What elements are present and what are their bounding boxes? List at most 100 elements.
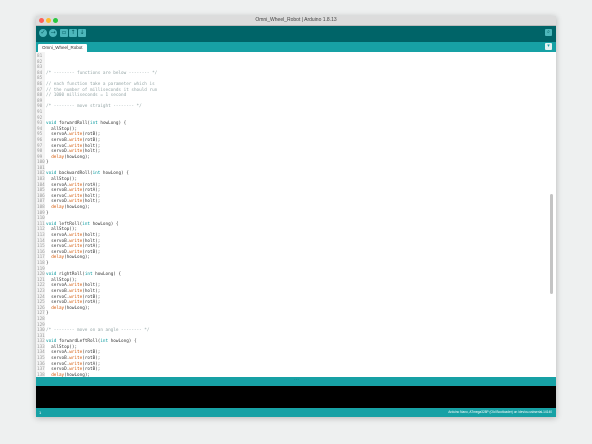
upload-button[interactable]: → (49, 29, 57, 37)
editor-console-divider[interactable]: ⋯ (36, 377, 556, 386)
code-token: servoC. (46, 294, 70, 300)
function-token: write (69, 143, 83, 149)
function-token: write (69, 238, 83, 244)
keyword-token: int (100, 339, 109, 345)
function-token: write (69, 361, 83, 367)
save-button[interactable]: ↓ (78, 29, 86, 37)
line-text: delay(howLong); (45, 306, 90, 312)
code-token: (rotB); (82, 137, 101, 143)
code-token: servoA. (46, 283, 70, 289)
new-button[interactable]: ▫ (60, 29, 68, 37)
function-token: delay (51, 205, 65, 211)
code-token: servoB. (46, 188, 70, 194)
function-token: write (69, 288, 83, 294)
output-console (36, 386, 556, 408)
line-text: // 1000 milliseconds = 1 second (45, 93, 126, 99)
function-token: write (69, 149, 83, 155)
line-text: delay(howLong); (45, 155, 90, 161)
code-token: servoA. (46, 132, 70, 138)
board-port-info: Arduino Nano, ATmega328P (Old Bootloader… (448, 410, 552, 414)
function-token: write (69, 137, 83, 143)
code-token: servoC. (46, 143, 70, 149)
keyword-token: void (46, 272, 57, 278)
vertical-scrollbar[interactable] (550, 194, 553, 294)
open-arrow-up-icon: ↑ (70, 29, 76, 36)
tab-omni-wheel-robot[interactable]: Omni_Wheel_Robot (38, 44, 87, 52)
keyword-token: int (82, 221, 90, 227)
window-title: Omni_Wheel_Robot | Arduino 1.8.13 (255, 17, 337, 23)
code-token: (howLong); (64, 154, 90, 160)
line-number-indicator: 1 (39, 410, 42, 415)
function-token: write (69, 199, 83, 205)
code-token: (rotA); (82, 300, 101, 306)
code-token: (howLong); (64, 205, 90, 211)
code-token: (rotB); (82, 367, 101, 373)
line-text: /* -------- move straight -------- */ (45, 104, 142, 110)
code-token: } (46, 160, 49, 166)
new-file-icon: ▫ (61, 29, 67, 36)
code-token: (rotB); (82, 350, 101, 356)
keyword-token: void (46, 339, 57, 345)
function-token: delay (51, 305, 65, 311)
arrow-right-icon: → (50, 29, 56, 36)
tab-bar: Omni_Wheel_Robot ▾ (36, 42, 556, 52)
code-token: (holt); (82, 288, 101, 294)
function-token: write (69, 300, 83, 306)
code-token: backwardRoll( (56, 171, 93, 177)
function-token: write (69, 294, 83, 300)
function-token: write (69, 244, 83, 250)
line-text: /* -------- functions are below --------… (45, 71, 157, 77)
function-token: write (69, 356, 83, 362)
code-token: (holt); (82, 233, 101, 238)
code-token: servoD. (46, 367, 70, 373)
code-token: servoC. (46, 244, 70, 250)
code-token: howLong) { (92, 272, 122, 278)
code-lines: 81 82 83 84/* -------- functions are below … (37, 54, 548, 377)
function-token: write (69, 132, 83, 138)
code-token: servoD. (46, 149, 70, 155)
code-token: allStop(); (46, 177, 78, 183)
code-token: servoB. (46, 356, 70, 362)
function-token: delay (51, 255, 65, 261)
code-token: howLong) { (97, 121, 127, 127)
tab-menu-button[interactable]: ▾ (545, 43, 552, 50)
save-arrow-down-icon: ↓ (79, 29, 85, 36)
comment-token: // 1000 milliseconds = 1 second (46, 93, 127, 99)
comment-token: /* -------- move on an angle -------- */ (46, 328, 150, 334)
function-token: delay (51, 154, 65, 160)
line-text: delay(howLong); (45, 205, 90, 211)
code-token: howLong) { (108, 339, 137, 345)
function-token: write (69, 350, 83, 356)
code-editor[interactable]: 81 82 83 84/* -------- functions are below … (36, 52, 556, 377)
code-token: (rotB); (82, 132, 101, 138)
magnifier-icon: ⌕ (547, 29, 550, 35)
code-token: (holt); (82, 238, 101, 244)
title-bar: Omni_Wheel_Robot | Arduino 1.8.13 (36, 16, 556, 26)
function-token: write (69, 283, 83, 289)
keyword-token: int (90, 121, 98, 127)
open-button[interactable]: ↑ (69, 29, 77, 37)
keyword-token: int (84, 272, 93, 278)
drag-handle-icon[interactable]: ⋯ (294, 378, 299, 383)
code-token: allStop(); (46, 126, 78, 132)
code-token: allStop(); (46, 227, 78, 233)
code-token: forwardRoll( (56, 121, 90, 127)
code-token: servoA. (46, 350, 70, 356)
code-token: allStop(); (46, 277, 78, 283)
function-token: write (69, 182, 83, 188)
keyword-token: void (46, 171, 57, 177)
arduino-ide-window: Omni_Wheel_Robot | Arduino 1.8.13 ✓ → ▫ … (36, 16, 556, 417)
code-token: (rotB); (82, 356, 101, 362)
verify-button[interactable]: ✓ (39, 29, 47, 37)
serial-monitor-button[interactable]: ⌕ (545, 29, 552, 36)
comment-token: /* -------- move straight -------- */ (46, 104, 142, 110)
keyword-token: void (46, 121, 57, 127)
code-token: servoB. (46, 238, 70, 244)
code-token: (holt); (82, 283, 101, 289)
code-token: howLong) { (100, 171, 129, 177)
code-token: (rotA); (82, 361, 101, 367)
comment-token: // each function take a parameter which … (46, 81, 155, 87)
line-text: /* -------- move on an angle -------- */ (45, 328, 149, 334)
code-token: (holt); (82, 149, 101, 155)
code-token: (rotA); (82, 182, 101, 188)
